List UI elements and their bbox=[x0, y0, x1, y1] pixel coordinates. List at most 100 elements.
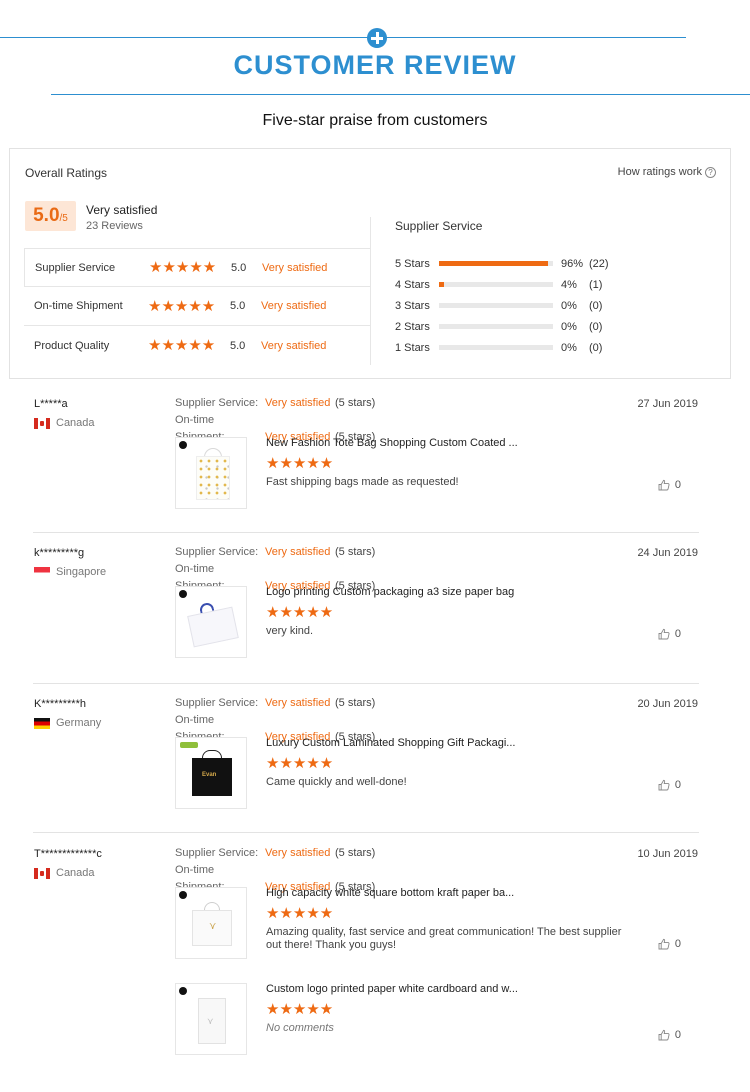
review-date: 27 Jun 2019 bbox=[637, 398, 698, 410]
distribution-row: 2 Stars 0% (0) bbox=[395, 316, 635, 337]
badge-icon bbox=[179, 987, 187, 995]
country-name: Germany bbox=[56, 717, 102, 729]
product-image-text: Evan bbox=[202, 772, 217, 778]
product-image[interactable]: ⋎ bbox=[175, 887, 247, 959]
review-comment: No comments bbox=[266, 1022, 334, 1034]
canada-flag-icon bbox=[34, 417, 50, 429]
star-rating-icon: ★★★★★ bbox=[266, 905, 334, 922]
rating-row-on-time-shipment: On-time Shipment ★★★★★ 5.0 Very satisfie… bbox=[24, 287, 371, 326]
product-title-link[interactable]: New Fashion Tote Bag Shopping Custom Coa… bbox=[266, 437, 518, 449]
thumbs-up-icon bbox=[658, 779, 670, 791]
reviewer-name: k*********g bbox=[34, 547, 85, 559]
like-count: 0 bbox=[674, 1029, 681, 1041]
star-rating-icon: ★★★★★ bbox=[266, 604, 334, 621]
supplier-service-value: Very satisfied bbox=[265, 397, 331, 409]
supplier-service-stars: (5 stars) bbox=[335, 546, 376, 558]
review-count: 23 Reviews bbox=[86, 220, 143, 232]
supplier-service-value: Very satisfied bbox=[265, 847, 331, 859]
distribution-percent: 4% bbox=[561, 278, 577, 291]
like-button[interactable]: 0 bbox=[658, 479, 681, 491]
distribution-bar bbox=[439, 261, 553, 266]
distribution-bar-fill bbox=[439, 282, 444, 287]
review-divider bbox=[33, 832, 699, 833]
distribution-label: 5 Stars bbox=[395, 257, 430, 270]
like-button[interactable]: 0 bbox=[658, 1029, 681, 1041]
rating-value: 5.0 bbox=[230, 339, 246, 352]
distribution-row: 5 Stars 96% (22) bbox=[395, 253, 635, 274]
singapore-flag-icon bbox=[34, 566, 50, 578]
like-button[interactable]: 0 bbox=[658, 779, 681, 791]
distribution-row: 4 Stars 4% (1) bbox=[395, 274, 635, 295]
distribution-label: 2 Stars bbox=[395, 320, 430, 333]
distribution-count: (0) bbox=[589, 341, 603, 354]
distribution-count: (0) bbox=[589, 320, 603, 333]
product-image[interactable] bbox=[175, 586, 247, 658]
distribution-title: Supplier Service bbox=[395, 219, 483, 233]
distribution-label: 3 Stars bbox=[395, 299, 430, 312]
rating-row-product-quality: Product Quality ★★★★★ 5.0 Very satisfied bbox=[24, 326, 371, 365]
star-rating-icon: ★★★★★ bbox=[149, 259, 217, 276]
distribution-percent: 96% bbox=[561, 257, 584, 270]
overall-score-max: /5 bbox=[59, 213, 68, 224]
reviewer-name: L*****a bbox=[34, 398, 68, 410]
product-title-link[interactable]: Custom logo printed paper white cardboar… bbox=[266, 983, 518, 995]
header-divider-bottom bbox=[51, 94, 750, 95]
review-comment: Came quickly and well-done! bbox=[266, 776, 407, 788]
product-image[interactable]: Evan bbox=[175, 737, 247, 809]
review-comment: Fast shipping bags made as requested! bbox=[266, 476, 459, 488]
badge-icon bbox=[179, 590, 187, 598]
like-button[interactable]: 0 bbox=[658, 938, 681, 950]
review-product: ⋎ Custom logo printed paper white cardboa… bbox=[175, 983, 699, 1059]
star-rating-icon: ★★★★★ bbox=[148, 297, 216, 315]
overall-score: 5.0 bbox=[33, 205, 60, 226]
page-title: CUSTOMER REVIEW bbox=[233, 50, 517, 80]
rating-breakdown-table: Supplier Service ★★★★★ 5.0 Very satisfie… bbox=[24, 248, 371, 365]
question-icon: ? bbox=[705, 166, 716, 178]
canada-flag-icon bbox=[34, 867, 50, 879]
review-product: ⋎ High capacity white square bottom kraft… bbox=[175, 887, 699, 963]
product-title-link[interactable]: Logo printing Custom packaging a3 size p… bbox=[266, 586, 514, 598]
reviewer-country: Singapore bbox=[34, 566, 106, 578]
distribution-count: (1) bbox=[589, 278, 603, 291]
product-image[interactable] bbox=[175, 437, 247, 509]
product-title-link[interactable]: High capacity white square bottom kraft … bbox=[266, 887, 514, 899]
product-title-link[interactable]: Luxury Custom Laminated Shopping Gift Pa… bbox=[266, 737, 515, 749]
how-ratings-work-link[interactable]: How ratings work ? bbox=[618, 166, 716, 178]
rating-label: Very satisfied bbox=[261, 300, 327, 312]
reviewer-country: Canada bbox=[34, 867, 95, 879]
like-count: 0 bbox=[674, 628, 681, 640]
like-count: 0 bbox=[674, 938, 681, 950]
supplier-service-stars: (5 stars) bbox=[335, 847, 376, 859]
rating-label: Very satisfied bbox=[262, 261, 328, 274]
reviewer-name: T*************c bbox=[34, 848, 102, 860]
like-button[interactable]: 0 bbox=[658, 628, 681, 640]
distribution-bar bbox=[439, 282, 553, 287]
distribution-row: 1 Stars 0% (0) bbox=[395, 337, 635, 358]
review-date: 24 Jun 2019 bbox=[637, 547, 698, 559]
like-count: 0 bbox=[674, 779, 681, 791]
review-product: Evan Luxury Custom Laminated Shopping Gif… bbox=[175, 737, 699, 813]
plus-circle-icon bbox=[367, 28, 387, 48]
thumbs-up-icon bbox=[658, 938, 670, 950]
distribution-bar bbox=[439, 345, 553, 350]
star-rating-icon: ★★★★★ bbox=[266, 755, 334, 772]
review-divider bbox=[33, 683, 699, 684]
review-date: 20 Jun 2019 bbox=[637, 698, 698, 710]
star-rating-icon: ★★★★★ bbox=[266, 455, 334, 472]
distribution-bar bbox=[439, 303, 553, 308]
country-name: Singapore bbox=[56, 566, 107, 578]
supplier-service-key: Supplier Service: bbox=[175, 697, 259, 709]
distribution-bar-fill bbox=[439, 261, 549, 266]
review-divider bbox=[33, 532, 699, 533]
review-product: New Fashion Tote Bag Shopping Custom Coa… bbox=[175, 437, 699, 513]
distribution-count: (0) bbox=[589, 299, 603, 312]
rating-value: 5.0 bbox=[231, 261, 247, 274]
star-rating-icon: ★★★★★ bbox=[266, 1001, 334, 1018]
supplier-service-value: Very satisfied bbox=[265, 546, 331, 558]
product-image[interactable]: ⋎ bbox=[175, 983, 247, 1055]
ratings-summary-card: Overall Ratings How ratings work ? 5.0/5… bbox=[9, 148, 731, 379]
supplier-service-key: Supplier Service: bbox=[175, 546, 259, 558]
header-divider-top bbox=[0, 37, 686, 38]
distribution-percent: 0% bbox=[561, 299, 577, 312]
overall-score-badge: 5.0/5 bbox=[25, 201, 76, 231]
